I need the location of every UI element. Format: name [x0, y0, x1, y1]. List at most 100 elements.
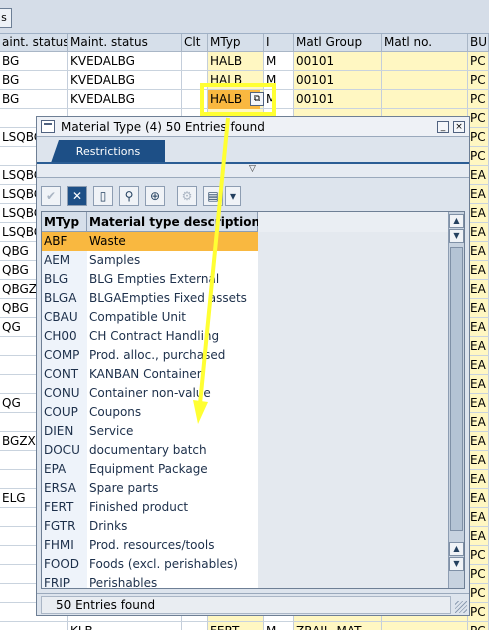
vertical-scrollbar[interactable]: ▲ ▼ ▲ ▼ — [448, 212, 464, 588]
find-next-icon[interactable]: ⊕ — [145, 186, 165, 206]
resize-grip-icon[interactable] — [455, 601, 467, 613]
table-cell-i[interactable]: M — [264, 52, 294, 71]
list-item[interactable]: AEM Samples — [42, 251, 448, 270]
table-cell-bu[interactable]: PC — [468, 128, 489, 147]
table-cell-i[interactable]: M — [264, 622, 294, 630]
material-type-description[interactable]: Finished product — [87, 498, 258, 517]
material-type-description[interactable]: Compatible Unit — [87, 308, 258, 327]
list-item[interactable]: FOOD Foods (excl. perishables) — [42, 555, 448, 574]
close-icon[interactable]: × — [453, 121, 465, 133]
material-type-description[interactable]: Prod. resources/tools — [87, 536, 258, 555]
table-cell-bu[interactable]: PC — [468, 71, 489, 90]
list-item[interactable]: CBAU Compatible Unit — [42, 308, 448, 327]
table-cell-bu[interactable]: PC — [468, 546, 489, 565]
column-header-mtyp[interactable]: MTyp — [42, 212, 87, 232]
table-cell-bu[interactable]: EA — [468, 166, 489, 185]
column-header[interactable]: MTyp — [208, 34, 264, 52]
material-type-code[interactable]: ABF — [42, 232, 87, 251]
material-type-code[interactable]: BLGA — [42, 289, 87, 308]
table-cell-bu[interactable]: EA — [468, 451, 489, 470]
settings-icon[interactable]: ⚙ — [177, 186, 197, 206]
material-type-description[interactable]: Container non-value — [87, 384, 258, 403]
column-header-description[interactable]: Material type description — [87, 212, 260, 232]
table-cell-bu[interactable]: PC — [468, 565, 489, 584]
table-cell-c1[interactable]: KLB — [68, 622, 182, 630]
material-type-code[interactable]: DIEN — [42, 422, 87, 441]
material-type-description[interactable]: BLG Empties External — [87, 270, 258, 289]
list-item[interactable]: ABF Waste — [42, 232, 448, 251]
scroll-down-icon[interactable]: ▲ — [449, 542, 464, 556]
table-cell-c0[interactable]: BG — [0, 71, 68, 90]
table-cell-grp[interactable]: 00101 — [294, 90, 382, 109]
restrictions-expander[interactable]: ▽ — [37, 164, 469, 178]
table-cell-bu[interactable]: PC — [468, 147, 489, 166]
export-icon[interactable]: ▾ — [225, 186, 241, 206]
list-item[interactable]: EPA Equipment Package — [42, 460, 448, 479]
table-cell-bu[interactable]: EA — [468, 489, 489, 508]
list-item[interactable]: FHMI Prod. resources/tools — [42, 536, 448, 555]
table-cell-bu[interactable]: EA — [468, 413, 489, 432]
material-type-code[interactable]: CH00 — [42, 327, 87, 346]
scroll-bottom-icon[interactable]: ▼ — [449, 557, 464, 571]
material-type-description[interactable]: Service — [87, 422, 258, 441]
material-type-code[interactable]: COUP — [42, 403, 87, 422]
tab-restrictions[interactable]: Restrictions — [51, 140, 165, 163]
material-type-description[interactable]: Coupons — [87, 403, 258, 422]
material-type-code[interactable]: DOCU — [42, 441, 87, 460]
material-type-description[interactable]: Waste — [87, 232, 258, 251]
table-cell-bu[interactable]: EA — [468, 223, 489, 242]
material-type-code[interactable]: CBAU — [42, 308, 87, 327]
list-item[interactable]: BLG BLG Empties External — [42, 270, 448, 289]
list-item[interactable]: FERT Finished product — [42, 498, 448, 517]
list-item[interactable]: FGTR Drinks — [42, 517, 448, 536]
scroll-up-icon[interactable]: ▼ — [449, 229, 464, 243]
material-type-description[interactable]: Drinks — [87, 517, 258, 536]
column-header[interactable]: BU — [468, 34, 489, 52]
material-type-code[interactable]: CONT — [42, 365, 87, 384]
table-cell-bu[interactable]: EA — [468, 470, 489, 489]
material-type-description[interactable]: Perishables — [87, 574, 258, 588]
table-cell-bu[interactable]: EA — [468, 280, 489, 299]
dialog-title-bar[interactable]: Material Type (4) 50 Entries found _ × — [37, 117, 469, 137]
material-type-code[interactable]: FGTR — [42, 517, 87, 536]
scroll-top-icon[interactable]: ▲ — [449, 214, 464, 228]
material-type-description[interactable]: Samples — [87, 251, 258, 270]
table-cell-bu[interactable]: EA — [468, 337, 489, 356]
table-cell-bu[interactable]: EA — [468, 185, 489, 204]
table-cell-c0[interactable]: BG — [0, 52, 68, 71]
table-cell-c1[interactable]: KVEDALBG — [68, 71, 182, 90]
minimize-icon[interactable]: _ — [437, 121, 449, 133]
material-type-code[interactable]: ERSA — [42, 479, 87, 498]
table-cell-bu[interactable]: EA — [468, 204, 489, 223]
material-type-description[interactable]: BLGAEmpties Fixed assets — [87, 289, 258, 308]
material-type-code[interactable]: BLG — [42, 270, 87, 289]
list-item[interactable]: CONU Container non-value — [42, 384, 448, 403]
material-type-description[interactable]: Prod. alloc., purchased — [87, 346, 258, 365]
table-cell-bu[interactable]: EA — [468, 261, 489, 280]
list-item[interactable]: CONT KANBAN Container — [42, 365, 448, 384]
toolbar-button[interactable]: s — [0, 8, 12, 28]
table-cell-c0[interactable] — [0, 622, 68, 630]
list-item[interactable]: DIEN Service — [42, 422, 448, 441]
material-type-code[interactable]: CONU — [42, 384, 87, 403]
check-icon[interactable]: ✔ — [41, 186, 61, 206]
material-type-description[interactable]: CH Contract Handling — [87, 327, 258, 346]
table-cell-bu[interactable]: PC — [468, 622, 489, 630]
list-item[interactable]: BLGA BLGAEmpties Fixed assets — [42, 289, 448, 308]
material-type-description[interactable]: KANBAN Container — [87, 365, 258, 384]
material-type-code[interactable]: FHMI — [42, 536, 87, 555]
material-type-code[interactable]: COMP — [42, 346, 87, 365]
table-cell-c1[interactable]: KVEDALBG — [68, 90, 182, 109]
list-item[interactable]: COMP Prod. alloc., purchased — [42, 346, 448, 365]
column-header[interactable]: Matl Group — [294, 34, 382, 52]
column-header[interactable]: Clt — [182, 34, 208, 52]
table-cell-bu[interactable]: PC — [468, 603, 489, 622]
table-cell-bu[interactable]: PC — [468, 109, 489, 128]
material-type-description[interactable]: Foods (excl. perishables) — [87, 555, 258, 574]
new-page-icon[interactable]: ▯ — [93, 186, 113, 206]
list-item[interactable]: FRIP Perishables — [42, 574, 448, 588]
print-icon[interactable]: ▤ — [203, 186, 223, 206]
table-cell-grp[interactable]: 00101 — [294, 71, 382, 90]
column-header[interactable]: Matl no. — [382, 34, 468, 52]
material-type-code[interactable]: FOOD — [42, 555, 87, 574]
